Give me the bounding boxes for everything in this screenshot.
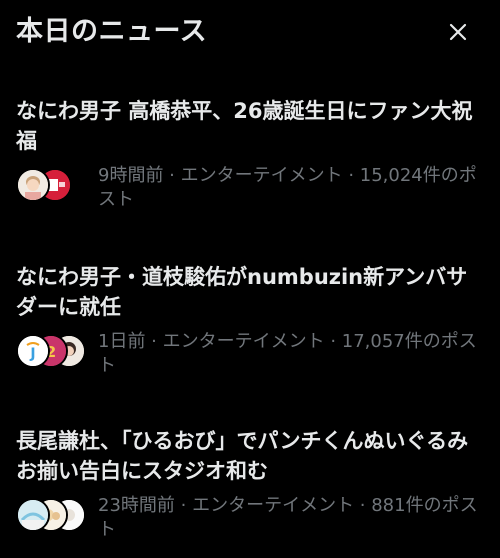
svg-text:J: J xyxy=(29,346,35,362)
avatar: J xyxy=(16,334,50,368)
panel-title: 本日のニュース xyxy=(16,16,208,47)
avatar-group xyxy=(16,498,92,538)
close-button[interactable] xyxy=(446,20,470,44)
news-title: 長尾謙杜、「ひるおび」でパンチくんぬいぐるみお揃い告白にスタジオ和む xyxy=(16,429,469,483)
news-meta: 1日前 · エンターテイメント · 17,057件のポスト xyxy=(98,331,477,376)
avatar xyxy=(16,498,50,532)
avatar-group xyxy=(16,168,92,208)
news-item[interactable]: なにわ男子・道枝駿佑がnumbuzin新アンバサダーに就任 J 2 1日前 · … xyxy=(16,262,488,378)
news-item[interactable]: なにわ男子 高橋恭平、26歳誕生日にファン大祝福 9時間前 · エンターテイメン… xyxy=(16,96,488,212)
panel-header: 本日のニュース xyxy=(16,14,484,50)
news-meta-row: 9時間前 · エンターテイメント · 15,024件のポスト xyxy=(16,164,488,212)
news-title: なにわ男子・道枝駿佑がnumbuzin新アンバサダーに就任 xyxy=(16,265,468,319)
news-meta-row: 23時間前 · エンターテイメント · 881件のポスト xyxy=(16,494,488,542)
news-item[interactable]: 長尾謙杜、「ひるおび」でパンチくんぬいぐるみお揃い告白にスタジオ和む 23時間前… xyxy=(16,426,488,542)
close-icon xyxy=(449,23,467,41)
news-title: なにわ男子 高橋恭平、26歳誕生日にファン大祝福 xyxy=(16,99,473,153)
news-meta: 23時間前 · エンターテイメント · 881件のポスト xyxy=(98,495,478,540)
news-meta-row: J 2 1日前 · エンターテイメント · 17,057件のポスト xyxy=(16,330,488,378)
avatar-group: J 2 xyxy=(16,334,92,374)
avatar xyxy=(16,168,50,202)
news-panel: 本日のニュース なにわ男子 高橋恭平、26歳誕生日にファン大祝福 9時間前 · … xyxy=(0,0,500,558)
news-meta: 9時間前 · エンターテイメント · 15,024件のポスト xyxy=(98,165,477,210)
